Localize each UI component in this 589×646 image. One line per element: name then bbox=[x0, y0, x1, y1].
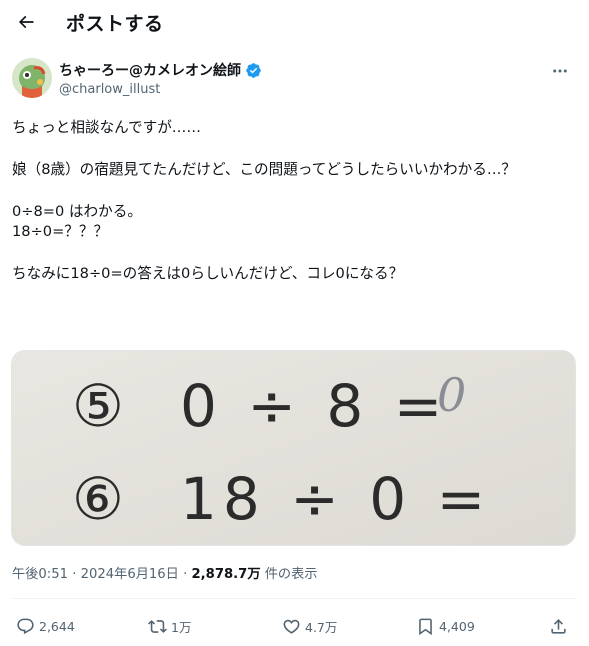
author-row: ちゃーろー@カメレオン絵師 @charlow_illust bbox=[12, 58, 577, 102]
author-handle[interactable]: @charlow_illust bbox=[59, 82, 160, 97]
meta-separator: · bbox=[68, 567, 81, 582]
problem-5-number: ⑤ bbox=[72, 372, 124, 440]
repost-icon bbox=[148, 619, 167, 633]
top-bar: ポストする bbox=[0, 0, 589, 44]
problem-6-number: ⑥ bbox=[72, 465, 124, 533]
views-count[interactable]: 2,878.7万 bbox=[191, 567, 260, 582]
reply-button[interactable]: 2,644 bbox=[16, 612, 75, 640]
back-button[interactable] bbox=[8, 4, 44, 40]
more-dots-icon bbox=[553, 69, 567, 73]
like-button[interactable]: 4.7万 bbox=[282, 612, 337, 640]
like-count: 4.7万 bbox=[305, 619, 338, 635]
bookmark-icon bbox=[419, 618, 432, 635]
tweet-paragraph: ちなみに18÷0=の答えは0らしいんだけど、コレ0になる？ bbox=[12, 265, 404, 283]
worksheet-photo: ⑤ 0 ÷ 8 = 0 ⑥ 18 ÷ 0 = bbox=[12, 351, 575, 545]
author-name-text: ちゃーろー@カメレオン絵師 bbox=[59, 63, 241, 79]
reply-count: 2,644 bbox=[39, 618, 75, 634]
tweet-paragraph: 娘（8歳）の宿題見てたんだけど、この問題ってどうしたらいいかわかる…？ bbox=[12, 160, 517, 178]
arrow-left-icon bbox=[18, 15, 34, 29]
problem-6-expression: 18 ÷ 0 = bbox=[180, 465, 491, 533]
avatar[interactable] bbox=[12, 58, 52, 98]
views-label: 件の表示 bbox=[260, 567, 318, 582]
author-name[interactable]: ちゃーろー@カメレオン絵師 bbox=[59, 60, 262, 80]
action-bar: 2,644 1万 4.7万 4,409 bbox=[12, 612, 577, 640]
heart-icon bbox=[283, 619, 300, 634]
page-title: ポストする bbox=[66, 13, 164, 35]
problem-5-expression: 0 ÷ 8 = bbox=[180, 372, 448, 440]
tweet-time[interactable]: 午後0:51 bbox=[12, 567, 68, 582]
meta-separator: · bbox=[178, 567, 192, 582]
reply-icon bbox=[17, 618, 34, 634]
bookmark-count: 4,409 bbox=[439, 618, 475, 634]
avatar-illustration-icon bbox=[12, 58, 52, 98]
verified-badge-icon bbox=[246, 62, 261, 78]
share-button[interactable] bbox=[549, 612, 568, 640]
problem-5-handwritten-answer: 0 bbox=[437, 368, 466, 422]
tweet-meta: 午後0:51 · 2024年6月16日 · 2,878.7万 件の表示 bbox=[12, 563, 318, 582]
tweet-paragraph: ちょっと相談なんですが…… bbox=[12, 119, 201, 136]
tweet-text: ちょっと相談なんですが…… 娘（8歳）の宿題見てたんだけど、この問題ってどうした… bbox=[12, 118, 572, 285]
more-options-button[interactable] bbox=[545, 58, 575, 84]
tweet-date[interactable]: 2024年6月16日 bbox=[81, 567, 179, 582]
divider bbox=[12, 598, 577, 599]
repost-button[interactable]: 1万 bbox=[148, 612, 191, 640]
share-icon bbox=[551, 618, 566, 634]
tweet-photo[interactable]: ⑤ 0 ÷ 8 = 0 ⑥ 18 ÷ 0 = bbox=[11, 350, 576, 546]
tweet-paragraph: 0÷8=0 はわかる。 18÷0=？？？ bbox=[12, 202, 142, 241]
repost-count: 1万 bbox=[171, 619, 192, 635]
bookmark-button[interactable]: 4,409 bbox=[416, 612, 475, 640]
